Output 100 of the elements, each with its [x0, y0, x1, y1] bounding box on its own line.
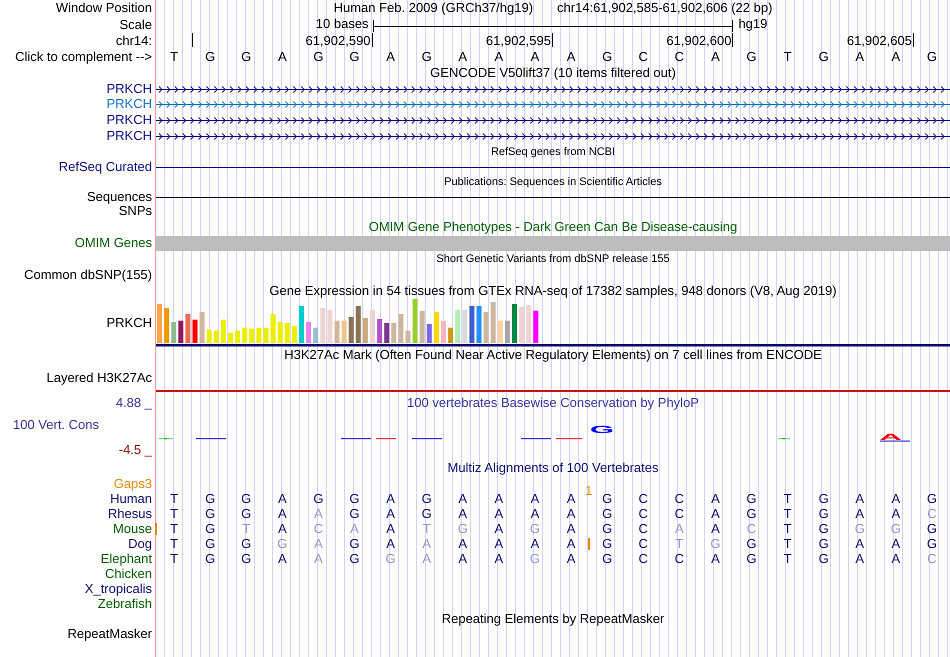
- base-letter: G: [890, 521, 901, 536]
- species-label[interactable]: Elephant: [100, 552, 152, 567]
- base-letter: A: [494, 551, 504, 566]
- base-letter: A: [386, 536, 395, 552]
- base-letter: C: [314, 521, 324, 536]
- base-letter: T: [170, 551, 178, 566]
- base-letter: A: [711, 521, 720, 536]
- base-letter: G: [926, 50, 938, 64]
- base-letter: A: [892, 506, 900, 522]
- gene-label[interactable]: PRKCH: [106, 112, 152, 128]
- track-label[interactable]: 100 Vert. Cons: [0, 418, 152, 433]
- base-letter: G: [602, 536, 612, 552]
- base-letter: G: [458, 521, 468, 536]
- gene-track[interactable]: [156, 114, 950, 126]
- base-letter: A: [494, 491, 504, 506]
- base-letter: G: [746, 551, 757, 566]
- track-label[interactable]: SNPs: [118, 204, 152, 219]
- species-label[interactable]: X_tropicalis: [84, 582, 152, 597]
- base-letter: G: [926, 536, 937, 552]
- base-letter: G: [745, 50, 758, 64]
- base-letter: C: [746, 521, 756, 536]
- track-label[interactable]: OMIM Genes: [74, 236, 152, 250]
- base-letter: A: [566, 491, 576, 506]
- base-letter: A: [854, 50, 866, 64]
- base-letter: G: [602, 551, 612, 566]
- base-letter: A: [566, 50, 576, 64]
- species-label[interactable]: Mouse: [112, 522, 152, 537]
- base-letter: G: [204, 50, 216, 64]
- species-label[interactable]: Dog: [128, 537, 152, 552]
- base-letter: A: [855, 551, 864, 566]
- base-letter: G: [205, 521, 216, 536]
- track-title: Repeating Elements by RepeatMasker: [442, 612, 664, 626]
- field-label[interactable]: Scale: [119, 18, 152, 32]
- base-letter: G: [746, 506, 757, 522]
- base-letter: A: [278, 551, 287, 566]
- base-letter: A: [855, 506, 864, 522]
- track-label[interactable]: RepeatMasker: [67, 626, 152, 642]
- gene-label[interactable]: PRKCH: [106, 82, 152, 97]
- track-title: GENCODE V50lift37 (10 items filtered out): [430, 66, 676, 81]
- base-letter: A: [457, 50, 468, 64]
- axis-min-label: -4.5 _: [118, 442, 152, 458]
- species-label[interactable]: Human: [110, 492, 152, 507]
- field-label[interactable]: Window Position: [56, 1, 152, 16]
- base-letter: T: [782, 50, 793, 64]
- base-letter: G: [854, 521, 865, 536]
- base-letter: A: [892, 551, 900, 566]
- field-label[interactable]: chr14:: [116, 34, 152, 48]
- track-label[interactable]: Sequences: [86, 190, 152, 204]
- genome-position: chr14:61,902,585-61,902,606 (22 bp): [557, 1, 772, 16]
- base-letter: C: [674, 50, 685, 64]
- base-letter: C: [674, 551, 684, 566]
- base-letter: G: [349, 536, 360, 552]
- base-letter: G: [241, 536, 252, 552]
- base-letter: A: [566, 521, 576, 536]
- base-letter: A: [494, 521, 504, 536]
- track-title: Multiz Alignments of 100 Vertebrates: [447, 461, 658, 476]
- ruler-label: 61,902,595: [486, 34, 551, 49]
- base-letter: A: [386, 491, 395, 506]
- base-letter: G: [313, 491, 324, 506]
- base-letter: G: [205, 536, 216, 552]
- base-letter: A: [278, 506, 287, 522]
- track-label[interactable]: Common dbSNP(155): [24, 268, 152, 283]
- base-letter: G: [926, 521, 937, 536]
- base-letter: A: [855, 536, 864, 552]
- track-label[interactable]: Layered H3K27Ac: [46, 370, 152, 386]
- species-label[interactable]: Chicken: [105, 567, 152, 582]
- gene-track[interactable]: [156, 130, 950, 142]
- base-letter: C: [638, 491, 648, 506]
- base-letter: A: [458, 551, 468, 566]
- base-letter: C: [638, 536, 648, 552]
- base-letter: G: [818, 491, 829, 506]
- track-label[interactable]: RefSeq Curated: [58, 160, 152, 174]
- logo-letter: G: [590, 426, 614, 434]
- species-label[interactable]: Zebrafish: [98, 597, 152, 612]
- gene-label[interactable]: PRKCH: [106, 128, 152, 144]
- base-letter: A: [278, 491, 287, 506]
- base-letter: T: [170, 506, 178, 522]
- base-letter: A: [458, 506, 468, 522]
- base-letter: A: [711, 506, 720, 522]
- base-letter: G: [205, 506, 216, 522]
- base-letter: G: [818, 551, 829, 566]
- base-letter: T: [784, 536, 792, 552]
- track-label[interactable]: PRKCH: [106, 316, 152, 330]
- base-letter: G: [530, 521, 540, 536]
- base-letter: G: [420, 50, 433, 64]
- gene-track[interactable]: [156, 84, 950, 95]
- base-letter: A: [458, 536, 468, 552]
- base-letter: G: [818, 521, 829, 536]
- track-title: Gene Expression in 54 tissues from GTEx RNA-seq of 17382 samples, 948 donors (V8, Aug 2019): [269, 284, 837, 298]
- ruler-tick: [912, 33, 914, 47]
- gene-track[interactable]: [156, 99, 950, 110]
- track-title: H3K27Ac Mark (Often Found Near Active Regulatory Elements) on 7 cell lines from ENCODE: [284, 348, 822, 362]
- ruler-tick: [192, 33, 194, 47]
- complement-link[interactable]: Click to complement -->: [15, 50, 152, 64]
- base-letter: G: [926, 491, 937, 506]
- base-letter: T: [784, 491, 792, 506]
- gene-label[interactable]: PRKCH: [106, 97, 152, 112]
- assembly-name: Human Feb. 2009 (GRCh37/hg19): [334, 1, 534, 16]
- species-label[interactable]: Rhesus: [108, 507, 152, 522]
- base-letter: G: [241, 551, 252, 566]
